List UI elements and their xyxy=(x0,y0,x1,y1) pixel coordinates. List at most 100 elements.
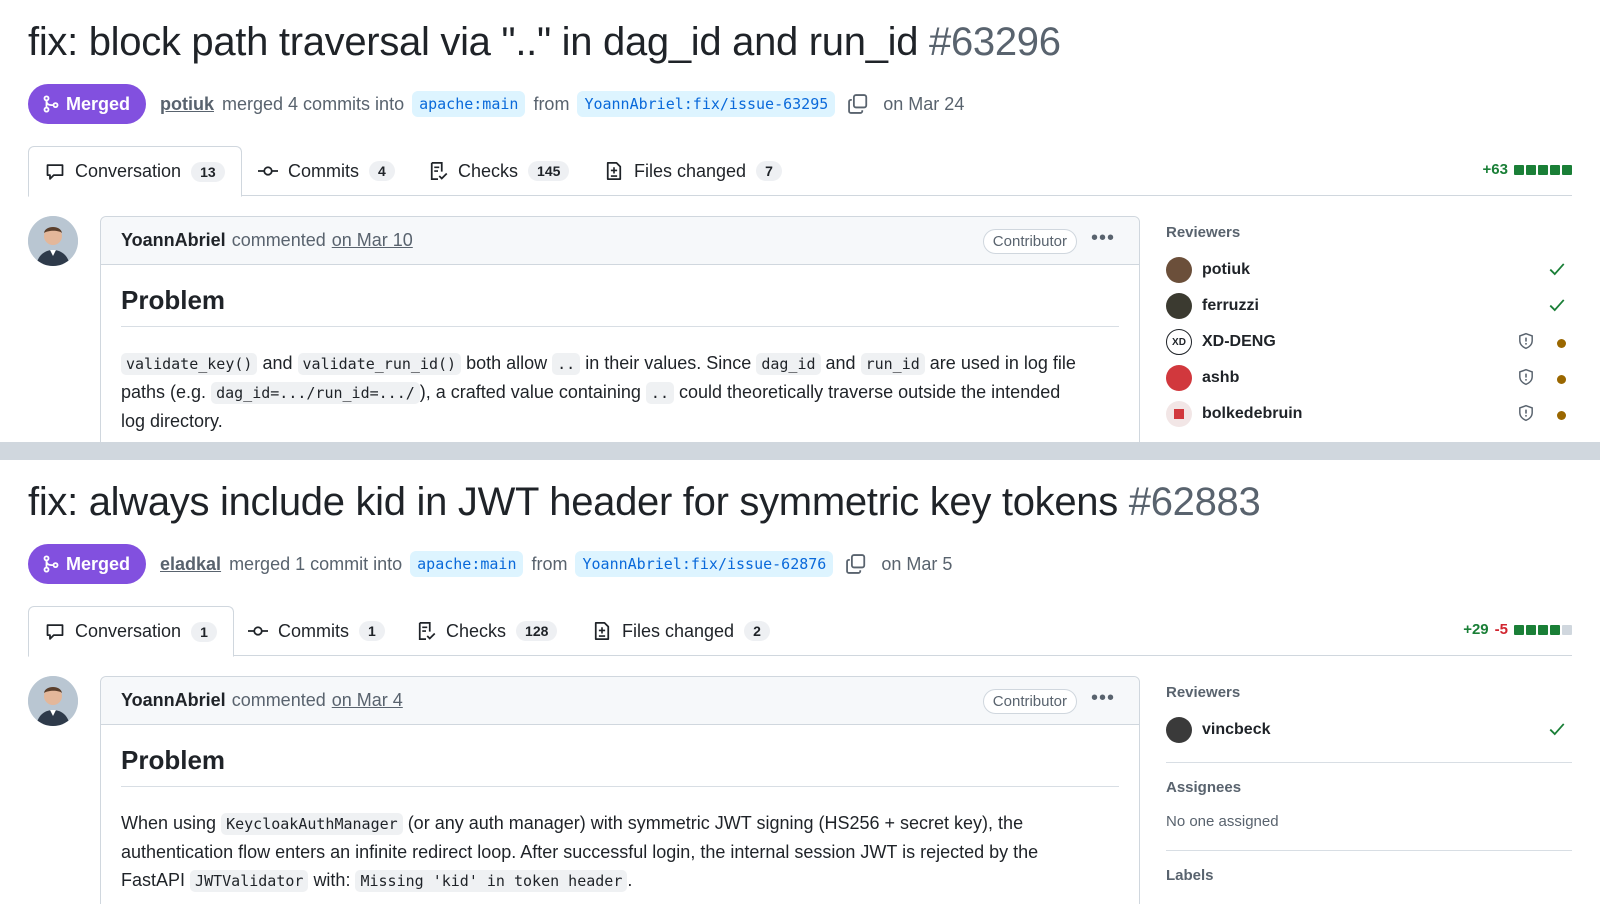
merge-text: merged 4 commits into xyxy=(222,93,405,114)
tab-conversation[interactable]: Conversation 1 xyxy=(28,606,234,657)
reviewer-item[interactable]: XD XD-DENG xyxy=(1166,324,1572,360)
pending-dot xyxy=(1557,339,1566,348)
diff-block xyxy=(1562,164,1572,175)
additions-count: +63 xyxy=(1482,161,1508,178)
commit-icon xyxy=(248,626,268,636)
inline-code: .. xyxy=(552,353,581,375)
comment-action: commented xyxy=(231,690,326,710)
base-branch[interactable]: apache:main xyxy=(412,91,526,117)
sidebar: Reviewers vincbeck Assignees No one assi… xyxy=(1166,676,1572,889)
tab-files-changed[interactable]: Files changed 2 xyxy=(576,606,786,656)
check-icon xyxy=(1548,720,1566,743)
reviewer-name: vincbeck xyxy=(1202,721,1271,738)
text: are used in log file xyxy=(929,353,1076,373)
diff-block xyxy=(1514,624,1524,635)
comment-body: Problem When using KeycloakAuthManager (… xyxy=(101,725,1139,904)
reviewer-item[interactable]: ferruzzi xyxy=(1166,288,1572,324)
reviewer-item[interactable]: ashb xyxy=(1166,360,1572,396)
assignees-title[interactable]: Assignees xyxy=(1166,779,1572,801)
reviewers-title[interactable]: Reviewers xyxy=(1166,684,1572,706)
comment-header: YoannAbriel commented on Mar 10 Contribu… xyxy=(101,217,1139,265)
pr-number: #63296 xyxy=(929,20,1061,64)
text: (or any auth manager) with symmetric JWT… xyxy=(407,813,1024,833)
copy-icon[interactable] xyxy=(847,93,869,115)
reviewers-title[interactable]: Reviewers xyxy=(1166,224,1572,246)
tab-conversation[interactable]: Conversation 13 xyxy=(28,146,242,197)
tab-count: 7 xyxy=(756,161,782,181)
avatar[interactable] xyxy=(28,216,78,266)
tab-label: Files changed xyxy=(634,160,747,181)
tab-checks[interactable]: Checks 128 xyxy=(400,606,573,656)
tab-count: 128 xyxy=(516,621,558,641)
text: in their values. Since xyxy=(585,353,752,373)
pr-tabs: Conversation 1 Commits 1 Checks 128 File… xyxy=(28,606,1572,657)
diffstat[interactable]: +63 xyxy=(1483,161,1572,178)
git-merge-icon xyxy=(43,95,59,113)
divider xyxy=(1166,850,1572,851)
reviewer-name: XD-DENG xyxy=(1202,333,1276,350)
copy-icon[interactable] xyxy=(845,553,867,575)
from-text: from xyxy=(531,553,568,574)
tab-commits[interactable]: Commits 1 xyxy=(232,606,401,656)
comment-box: YoannAbriel commented on Mar 10 Contribu… xyxy=(100,216,1140,442)
git-merge-icon xyxy=(43,555,59,573)
tab-files-changed[interactable]: Files changed 7 xyxy=(588,146,798,196)
text: authentication flow enters an infinite r… xyxy=(121,842,1039,862)
pending-dot xyxy=(1557,375,1566,384)
comment-icon xyxy=(46,163,64,180)
tab-count: 13 xyxy=(191,161,225,182)
avatar xyxy=(1166,365,1192,391)
pr-title-text: fix: always include kid in JWT header fo… xyxy=(28,480,1118,524)
avatar xyxy=(1166,401,1192,427)
comment-body: Problem validate_key() and validate_run_… xyxy=(101,265,1139,442)
text: could theoretically traverse outside the… xyxy=(679,382,1061,402)
tab-checks[interactable]: Checks 145 xyxy=(412,146,585,196)
comment-paragraph: validate_key() and validate_run_id() bot… xyxy=(121,349,1119,435)
pr-title: fix: always include kid in JWT header fo… xyxy=(28,480,1261,525)
checklist-icon xyxy=(430,162,448,180)
file-diff-icon xyxy=(606,162,622,180)
comment-action: commented xyxy=(231,230,326,250)
role-badge: Contributor xyxy=(982,689,1077,714)
tab-count: 145 xyxy=(528,161,570,181)
reviewer-item[interactable]: vincbeck xyxy=(1166,712,1572,748)
status-label: Merged xyxy=(66,93,131,114)
head-branch[interactable]: YoannAbriel:fix/issue-62876 xyxy=(575,551,834,577)
merger-link[interactable]: eladkal xyxy=(160,554,221,575)
reviewer-item[interactable]: potiuk xyxy=(1166,252,1572,288)
more-options-icon[interactable]: ••• xyxy=(1091,687,1115,710)
tab-label: Checks xyxy=(446,620,507,641)
diff-block xyxy=(1526,624,1536,635)
tab-label: Commits xyxy=(288,160,359,181)
merge-text: merged 1 commit into xyxy=(229,553,403,574)
comment-date[interactable]: on Mar 10 xyxy=(332,230,413,251)
comment-date[interactable]: on Mar 4 xyxy=(332,690,403,711)
diff-block xyxy=(1526,164,1536,175)
shield-icon xyxy=(1517,332,1535,355)
head-branch[interactable]: YoannAbriel:fix/issue-63295 xyxy=(577,91,836,117)
reviewer-item[interactable]: bolkedebruin xyxy=(1166,396,1572,432)
text: . xyxy=(627,870,633,890)
diffstat-blocks xyxy=(1514,164,1572,175)
reviewer-name: ashb xyxy=(1202,369,1240,386)
base-branch[interactable]: apache:main xyxy=(410,551,524,577)
text: FastAPI xyxy=(121,870,186,890)
pull-request-panel: fix: always include kid in JWT header fo… xyxy=(0,460,1600,904)
avatar xyxy=(1166,717,1192,743)
avatar xyxy=(1166,257,1192,283)
labels-title[interactable]: Labels xyxy=(1166,867,1572,889)
commit-icon xyxy=(258,166,278,176)
avatar[interactable] xyxy=(28,676,78,726)
pull-request-panel: fix: block path traversal via ".." in da… xyxy=(0,0,1600,442)
merger-link[interactable]: potiuk xyxy=(160,94,214,115)
more-options-icon[interactable]: ••• xyxy=(1091,227,1115,250)
diff-block xyxy=(1538,624,1548,635)
comment-header: YoannAbriel commented on Mar 4 Contribut… xyxy=(101,677,1139,725)
merge-date: on Mar 24 xyxy=(883,93,965,114)
tab-commits[interactable]: Commits 4 xyxy=(242,146,411,196)
diffstat[interactable]: +29 -5 xyxy=(1463,621,1572,638)
inline-code: dag_id=.../run_id=.../ xyxy=(211,382,420,404)
comment-author[interactable]: YoannAbriel xyxy=(121,230,226,251)
from-text: from xyxy=(533,93,570,114)
comment-author[interactable]: YoannAbriel xyxy=(121,690,226,711)
